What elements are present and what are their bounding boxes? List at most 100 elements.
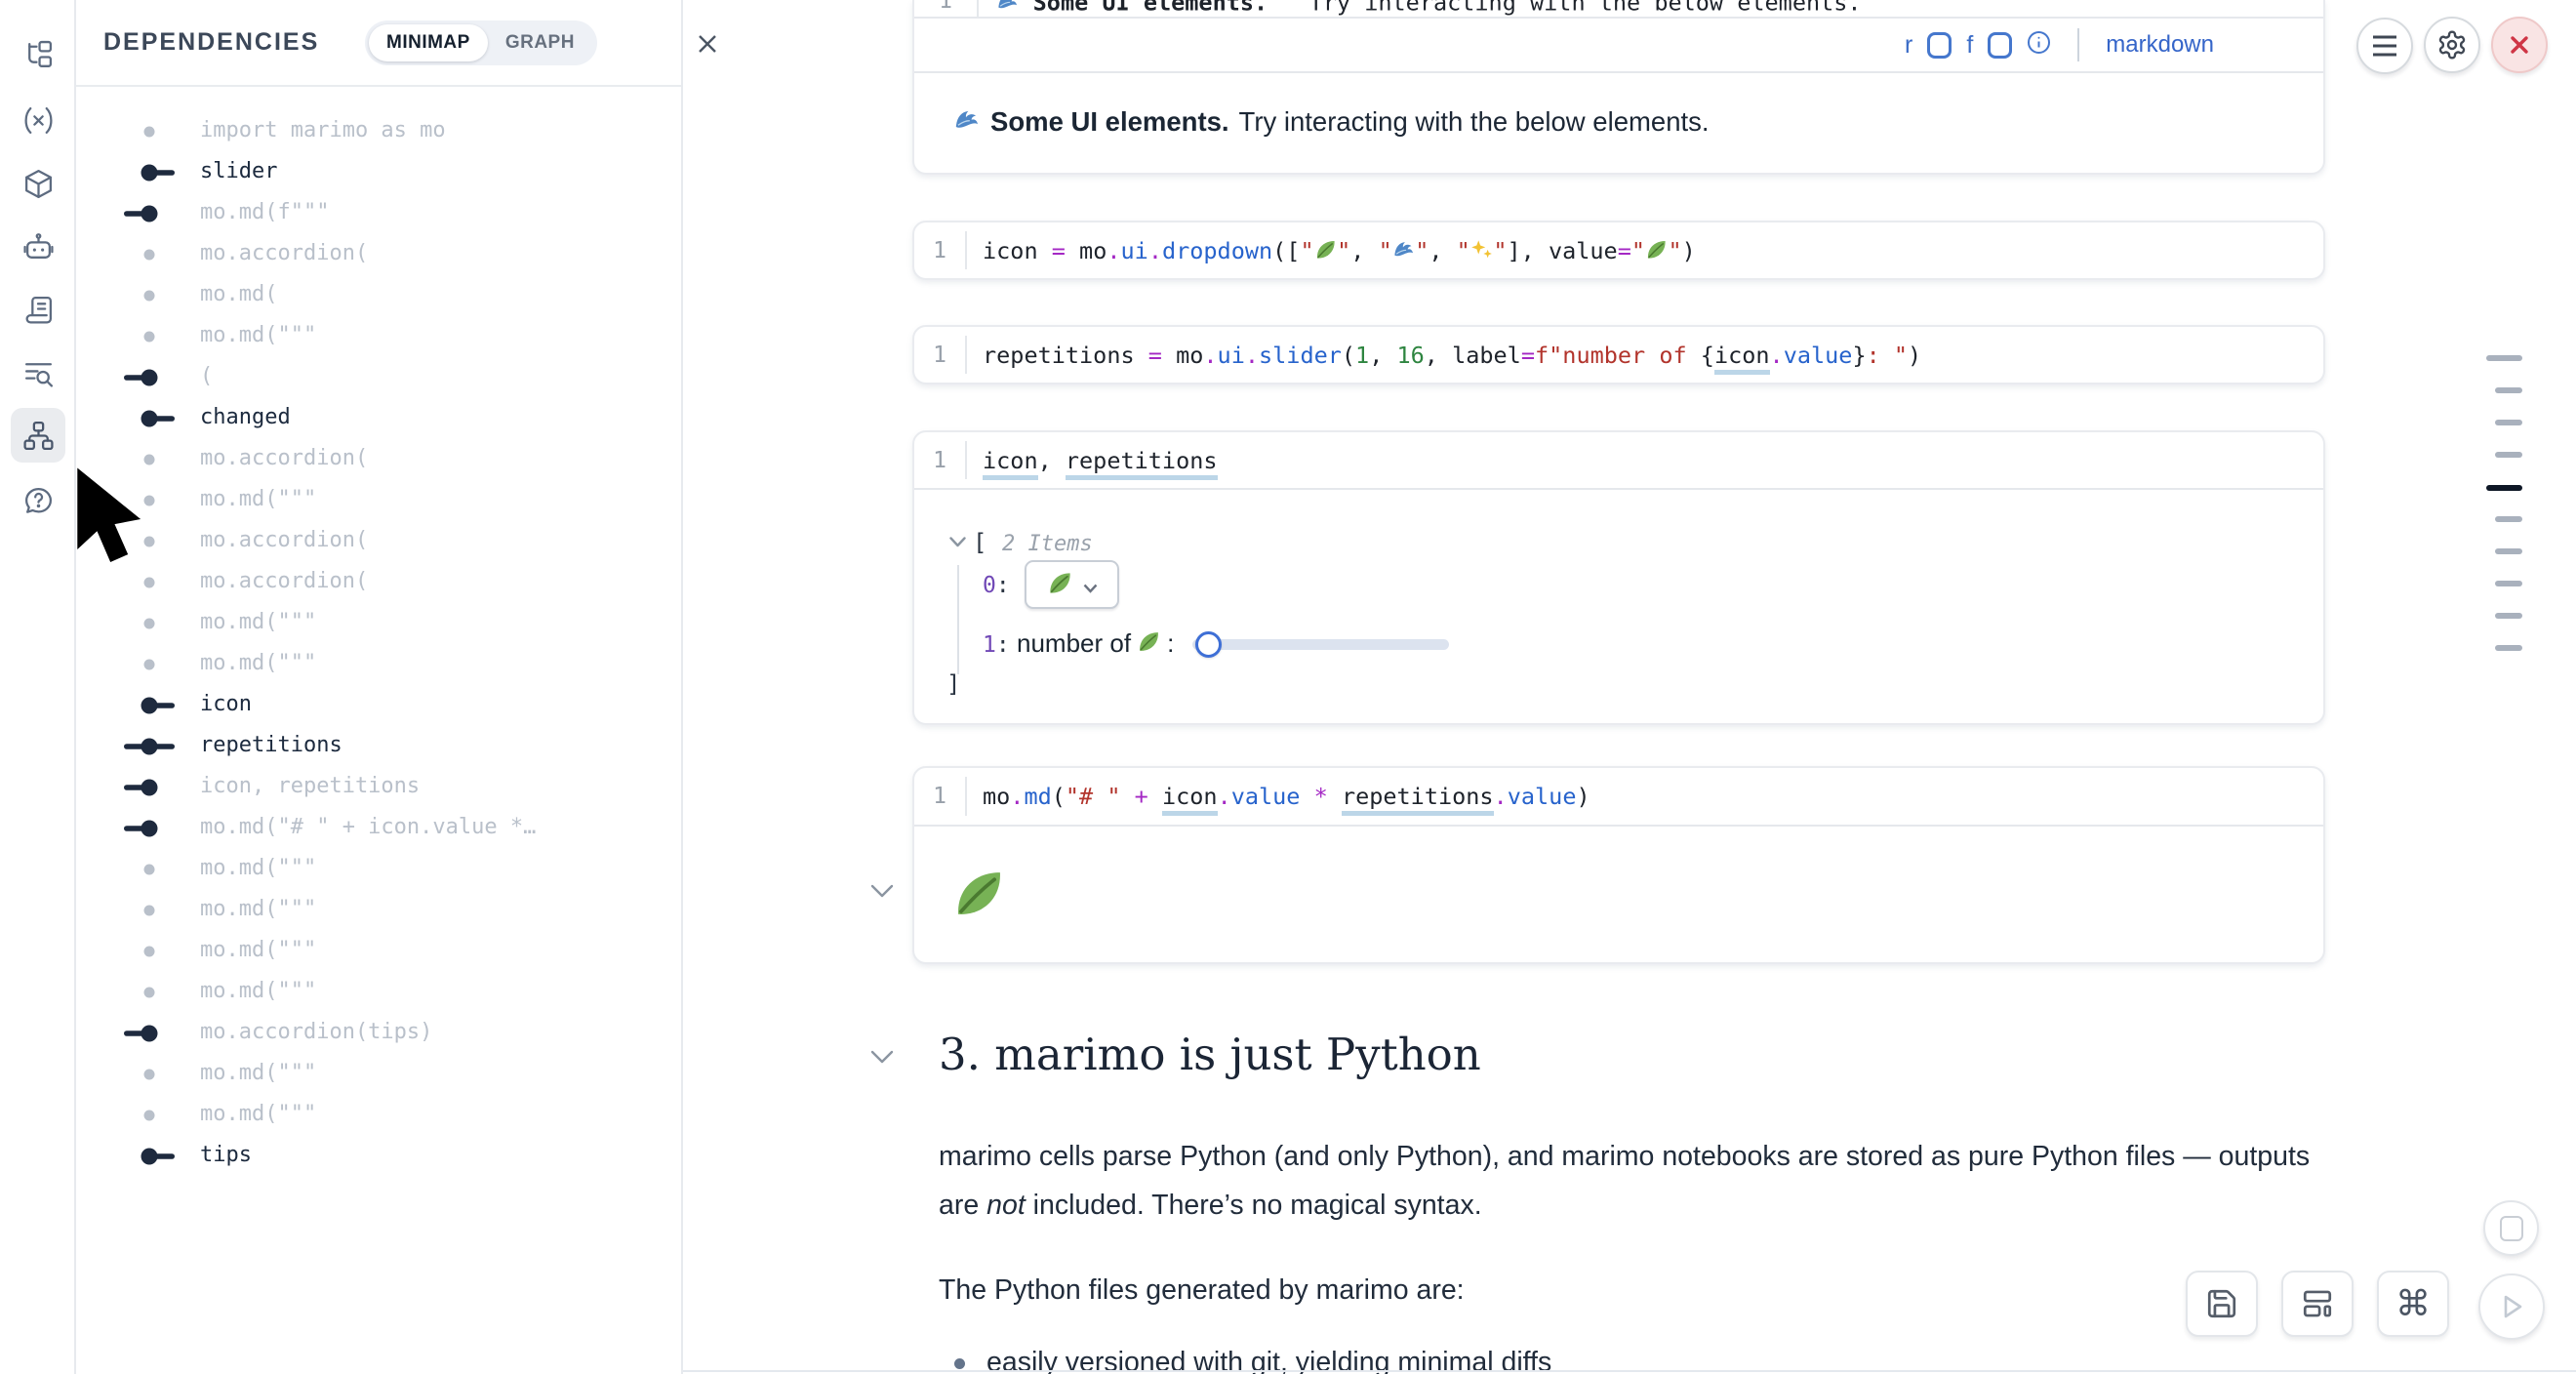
- code-editor[interactable]: 1 icon, repetitions: [914, 432, 2323, 488]
- gutter-divider: [977, 0, 979, 19]
- packages-icon[interactable]: [11, 156, 65, 211]
- notebook-menu-button[interactable]: [2356, 18, 2413, 74]
- minimap-row[interactable]: mo.md("# " + icon.value *…: [76, 808, 681, 849]
- collapse-section-icon[interactable]: [870, 1050, 894, 1070]
- minimap-row[interactable]: mo.md(""": [76, 890, 681, 931]
- language-mode-button[interactable]: markdown: [2106, 31, 2214, 59]
- file-explorer-icon[interactable]: [11, 28, 65, 83]
- code-editor[interactable]: 1 mo.md("# " + icon.value * repetitions.…: [914, 768, 2323, 825]
- save-button[interactable]: [2186, 1271, 2258, 1337]
- code-editor[interactable]: 1 repetitions = mo.ui.slider(1, 16, labe…: [914, 327, 2323, 383]
- run-button[interactable]: [2478, 1273, 2545, 1340]
- leaf-emoji: [1047, 570, 1073, 600]
- raw-toggle-checkbox[interactable]: [1927, 32, 1952, 59]
- minimap-row[interactable]: mo.md(""": [76, 931, 681, 972]
- cell-slider-code: 1 repetitions = mo.ui.slider(1, 16, labe…: [912, 325, 2325, 384]
- output-bold-text: Some UI elements.: [990, 106, 1229, 138]
- shutdown-button[interactable]: [2491, 17, 2548, 73]
- fstring-toggle-label: f: [1966, 31, 1973, 60]
- code-editor[interactable]: 1 icon = mo.ui.dropdown(["", "", ""], va…: [914, 222, 2323, 278]
- tab-minimap[interactable]: MINIMAP: [369, 24, 488, 61]
- minimap-row[interactable]: import marimo as mo: [76, 111, 681, 152]
- variables-icon[interactable]: [11, 93, 65, 147]
- tracker-dash[interactable]: [2495, 387, 2522, 393]
- tracker-dash[interactable]: [2486, 355, 2522, 361]
- command-palette-button[interactable]: ⌘: [2377, 1271, 2449, 1337]
- wave-emoji: [953, 106, 981, 138]
- minimap-row[interactable]: tips: [76, 1136, 681, 1177]
- tracker-dash[interactable]: [2495, 420, 2522, 425]
- minimap-row[interactable]: icon, repetitions: [76, 767, 681, 808]
- paragraph: The Python files generated by marimo are…: [939, 1266, 2344, 1314]
- stop-button[interactable]: [2483, 1200, 2539, 1256]
- minimap-row[interactable]: mo.accordion(: [76, 234, 681, 275]
- minimap-row[interactable]: mo.md(""": [76, 603, 681, 644]
- minimap-row[interactable]: mo.md(""": [76, 1054, 681, 1095]
- leaf-emoji: [1645, 237, 1669, 264]
- minimap-row[interactable]: mo.accordion(: [76, 439, 681, 480]
- view-toggle: MINIMAP GRAPH: [365, 20, 597, 65]
- tracker-dash[interactable]: [2495, 548, 2522, 554]
- slider-track[interactable]: [1192, 639, 1449, 650]
- minimap-row[interactable]: mo.md(""": [76, 849, 681, 890]
- raw-toggle-label: r: [1905, 31, 1912, 60]
- close-panel-icon[interactable]: [693, 29, 722, 59]
- help-icon[interactable]: [11, 472, 65, 527]
- tab-graph[interactable]: GRAPH: [488, 24, 592, 61]
- chevron-down-icon: [1083, 570, 1098, 600]
- settings-button[interactable]: [2424, 17, 2480, 73]
- minimap-row[interactable]: mo.accordion(: [76, 521, 681, 562]
- logs-icon[interactable]: [11, 345, 65, 400]
- tracker-dash-active[interactable]: [2486, 485, 2522, 491]
- collapse-tree-icon[interactable]: [949, 535, 966, 552]
- snippets-icon[interactable]: [11, 282, 65, 337]
- minimap-row[interactable]: changed: [76, 398, 681, 439]
- paragraph: marimo cells parse Python (and only Pyth…: [939, 1132, 2344, 1230]
- minimap-row[interactable]: repetitions: [76, 726, 681, 767]
- minimap-row[interactable]: mo.md(""": [76, 316, 681, 357]
- dependencies-icon[interactable]: [11, 408, 65, 463]
- tracker-dash[interactable]: [2495, 452, 2522, 458]
- wave-emoji: [1392, 237, 1416, 264]
- mouse-cursor: [75, 466, 141, 567]
- collapse-output-icon[interactable]: [870, 884, 894, 904]
- slider-label: number of :: [1017, 628, 1174, 659]
- tracker-dash[interactable]: [2495, 516, 2522, 522]
- minimap-row[interactable]: mo.md(: [76, 275, 681, 316]
- bracket-close: ]: [946, 670, 960, 698]
- minimap-list: import marimo as moslidermo.md(f"""mo.ac…: [76, 87, 681, 1177]
- code-editor[interactable]: 1 Some UI elements. Try interacting with…: [914, 0, 2323, 19]
- markdown-output: [914, 827, 2323, 964]
- layout-button[interactable]: [2281, 1271, 2354, 1337]
- item-index-0: 0:: [983, 573, 1010, 598]
- tracker-dash[interactable]: [2495, 645, 2522, 651]
- minimap-row[interactable]: mo.md(f""": [76, 193, 681, 234]
- minimap-row[interactable]: slider: [76, 152, 681, 193]
- fstring-toggle-checkbox[interactable]: [1988, 32, 2012, 59]
- bullet-icon: [954, 1358, 965, 1369]
- minimap-row[interactable]: icon: [76, 685, 681, 726]
- dropdown-select[interactable]: [1025, 560, 1119, 609]
- ai-assistant-icon[interactable]: [11, 220, 65, 274]
- minimap-row[interactable]: mo.md(""": [76, 644, 681, 685]
- stop-icon: [2500, 1216, 2523, 1241]
- slider-knob[interactable]: [1195, 631, 1222, 658]
- cell-dropdown-code: 1 icon = mo.ui.dropdown(["", "", ""], va…: [912, 221, 2325, 280]
- code-line[interactable]: repetitions = mo.ui.slider(1, 16, label=…: [967, 342, 1921, 369]
- minimap-row[interactable]: mo.md(""": [76, 972, 681, 1013]
- code-line[interactable]: mo.md("# " + icon.value * repetitions.va…: [967, 783, 1590, 810]
- toolbar-divider: [2077, 28, 2079, 61]
- info-icon[interactable]: [2027, 30, 2051, 60]
- minimap-row[interactable]: mo.md(""": [76, 1095, 681, 1136]
- marimo-app: DEPENDENCIES MINIMAP GRAPH import marimo…: [0, 0, 2576, 1374]
- minimap-row[interactable]: mo.accordion(tips): [76, 1013, 681, 1054]
- tracker-dash[interactable]: [2495, 581, 2522, 586]
- code-line[interactable]: icon = mo.ui.dropdown(["", "", ""], valu…: [967, 237, 1696, 264]
- minimap-row[interactable]: mo.md(""": [76, 480, 681, 521]
- markdown-cell-toolbar: r f markdown: [914, 19, 2323, 73]
- minimap-row[interactable]: mo.accordion(: [76, 562, 681, 603]
- code-line[interactable]: Some UI elements. Try interacting with t…: [981, 0, 1862, 15]
- tracker-dash[interactable]: [2495, 613, 2522, 619]
- code-line[interactable]: icon, repetitions: [967, 447, 1218, 474]
- minimap-row[interactable]: (: [76, 357, 681, 398]
